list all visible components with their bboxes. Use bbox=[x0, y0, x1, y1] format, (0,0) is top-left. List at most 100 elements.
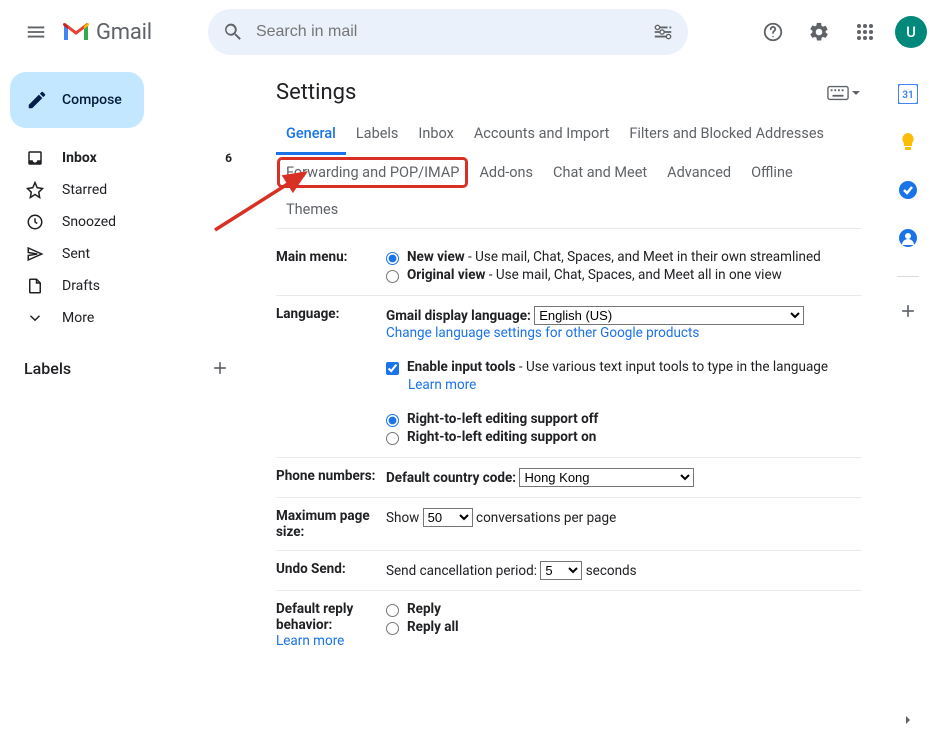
change-lang-link[interactable]: Change language settings for other Googl… bbox=[386, 325, 861, 341]
sidebar-item-snoozed[interactable]: Snoozed bbox=[0, 206, 248, 238]
tab-accounts[interactable]: Accounts and Import bbox=[464, 115, 619, 154]
tab-inbox[interactable]: Inbox bbox=[408, 115, 463, 154]
new-view-label: New view bbox=[407, 249, 465, 265]
plus-icon bbox=[898, 301, 918, 321]
keep-app-icon[interactable] bbox=[898, 132, 918, 156]
undo-period-select[interactable]: 5 bbox=[540, 561, 582, 580]
compose-button[interactable]: Compose bbox=[10, 72, 144, 128]
radio-new-view[interactable] bbox=[386, 252, 399, 265]
enable-input-tools-checkbox[interactable] bbox=[386, 362, 399, 375]
row-label: Default reply behavior: bbox=[276, 601, 378, 633]
sidebar-item-label: More bbox=[62, 310, 94, 326]
tasks-app-icon[interactable] bbox=[898, 180, 918, 204]
rtl-off-label: Right-to-left editing support off bbox=[407, 411, 598, 427]
radio-original-view[interactable] bbox=[386, 270, 399, 283]
row-language: Language: Gmail display language: Englis… bbox=[276, 296, 861, 458]
keyboard-icon bbox=[827, 85, 849, 101]
inbox-icon bbox=[26, 149, 44, 167]
show-label: Show bbox=[386, 510, 419, 526]
row-undo-send: Undo Send: Send cancellation period: 5 s… bbox=[276, 551, 861, 591]
undo-prefix: Send cancellation period: bbox=[386, 563, 537, 579]
row-label: Main menu: bbox=[276, 249, 386, 285]
tab-labels[interactable]: Labels bbox=[346, 115, 409, 154]
rtl-on-label: Right-to-left editing support on bbox=[407, 429, 596, 445]
tab-themes[interactable]: Themes bbox=[276, 191, 348, 228]
search-input[interactable] bbox=[256, 23, 640, 41]
search-options-icon[interactable] bbox=[652, 21, 674, 43]
enable-tools-desc: - Use various text input tools to type i… bbox=[516, 359, 828, 375]
tab-advanced[interactable]: Advanced bbox=[657, 154, 741, 191]
sidebar-item-inbox[interactable]: Inbox 6 bbox=[0, 142, 248, 174]
labels-heading: Labels bbox=[24, 359, 71, 378]
tab-addons[interactable]: Add-ons bbox=[469, 154, 543, 191]
tab-offline[interactable]: Offline bbox=[741, 154, 803, 191]
row-label: Language: bbox=[276, 306, 386, 447]
calendar-app-icon[interactable]: 31 bbox=[898, 84, 918, 108]
row-page-size: Maximum page size: Show 50 conversations… bbox=[276, 498, 861, 551]
page-size-select[interactable]: 50 bbox=[423, 508, 473, 527]
collapse-side-panel[interactable] bbox=[900, 712, 916, 732]
input-tools-button[interactable] bbox=[827, 85, 861, 101]
chevron-right-icon bbox=[900, 712, 916, 728]
compose-label: Compose bbox=[62, 92, 122, 108]
main-menu-button[interactable] bbox=[14, 10, 58, 54]
settings-panel: Settings General Labels Inbox Accounts a… bbox=[256, 64, 881, 750]
app-header: Gmail U bbox=[0, 0, 935, 64]
row-label: Undo Send: bbox=[276, 561, 386, 580]
star-icon bbox=[26, 181, 44, 199]
original-view-desc: - Use mail, Chat, Spaces, and Meet all i… bbox=[485, 267, 781, 283]
contacts-app-icon[interactable] bbox=[898, 228, 918, 252]
row-main-menu: Main menu: New view - Use mail, Chat, Sp… bbox=[276, 239, 861, 296]
help-button[interactable] bbox=[753, 12, 793, 52]
sidebar-item-drafts[interactable]: Drafts bbox=[0, 270, 248, 302]
reply-learn-more[interactable]: Learn more bbox=[276, 633, 378, 649]
tab-filters[interactable]: Filters and Blocked Addresses bbox=[619, 115, 834, 154]
tab-forwarding[interactable]: Forwarding and POP/IMAP bbox=[280, 160, 465, 185]
sidebar: Compose Inbox 6 Starred Snoozed Sent bbox=[0, 64, 256, 750]
svg-text:31: 31 bbox=[902, 90, 913, 101]
input-tools-learn-more[interactable]: Learn more bbox=[408, 377, 861, 393]
apps-button[interactable] bbox=[845, 12, 885, 52]
settings-button[interactable] bbox=[799, 12, 839, 52]
search-bar[interactable] bbox=[208, 9, 688, 55]
side-panel: 31 bbox=[881, 64, 935, 750]
country-code-select[interactable]: Hong Kong bbox=[519, 468, 694, 487]
sidebar-item-sent[interactable]: Sent bbox=[0, 238, 248, 270]
apps-grid-icon bbox=[856, 23, 874, 41]
language-select[interactable]: English (US) bbox=[534, 306, 804, 325]
dropdown-caret-icon bbox=[851, 88, 861, 98]
sidebar-item-more[interactable]: More bbox=[0, 302, 248, 334]
radio-reply[interactable] bbox=[386, 604, 399, 617]
radio-reply-all[interactable] bbox=[386, 622, 399, 635]
enable-tools-label: Enable input tools bbox=[407, 359, 516, 375]
radio-rtl-off[interactable] bbox=[386, 414, 399, 427]
tab-general[interactable]: General bbox=[276, 115, 346, 155]
reply-all-label: Reply all bbox=[407, 619, 459, 635]
row-phone: Phone numbers: Default country code: Hon… bbox=[276, 458, 861, 498]
hamburger-icon bbox=[25, 21, 47, 43]
radio-rtl-on[interactable] bbox=[386, 432, 399, 445]
country-code-label: Default country code: bbox=[386, 470, 516, 486]
plus-icon[interactable] bbox=[210, 358, 230, 378]
draft-icon bbox=[26, 277, 44, 295]
inbox-count: 6 bbox=[225, 151, 232, 165]
gmail-icon bbox=[62, 21, 90, 43]
page-size-suffix: conversations per page bbox=[476, 510, 616, 526]
settings-tabs: General Labels Inbox Accounts and Import… bbox=[276, 115, 861, 229]
gear-icon bbox=[808, 21, 830, 43]
clock-icon bbox=[26, 213, 44, 231]
account-avatar[interactable]: U bbox=[895, 16, 927, 48]
get-addons-button[interactable] bbox=[898, 301, 918, 325]
labels-header: Labels bbox=[0, 358, 248, 378]
sidebar-item-label: Snoozed bbox=[62, 214, 116, 230]
sidebar-item-starred[interactable]: Starred bbox=[0, 174, 248, 206]
search-icon bbox=[222, 21, 244, 43]
original-view-label: Original view bbox=[407, 267, 485, 283]
reply-label: Reply bbox=[407, 601, 441, 617]
chevron-down-icon bbox=[26, 309, 44, 327]
row-label: Maximum page size: bbox=[276, 508, 386, 540]
logo[interactable]: Gmail bbox=[62, 20, 152, 45]
new-view-desc: - Use mail, Chat, Spaces, and Meet in th… bbox=[465, 249, 821, 265]
tab-chat[interactable]: Chat and Meet bbox=[543, 154, 657, 191]
undo-suffix: seconds bbox=[586, 563, 637, 579]
